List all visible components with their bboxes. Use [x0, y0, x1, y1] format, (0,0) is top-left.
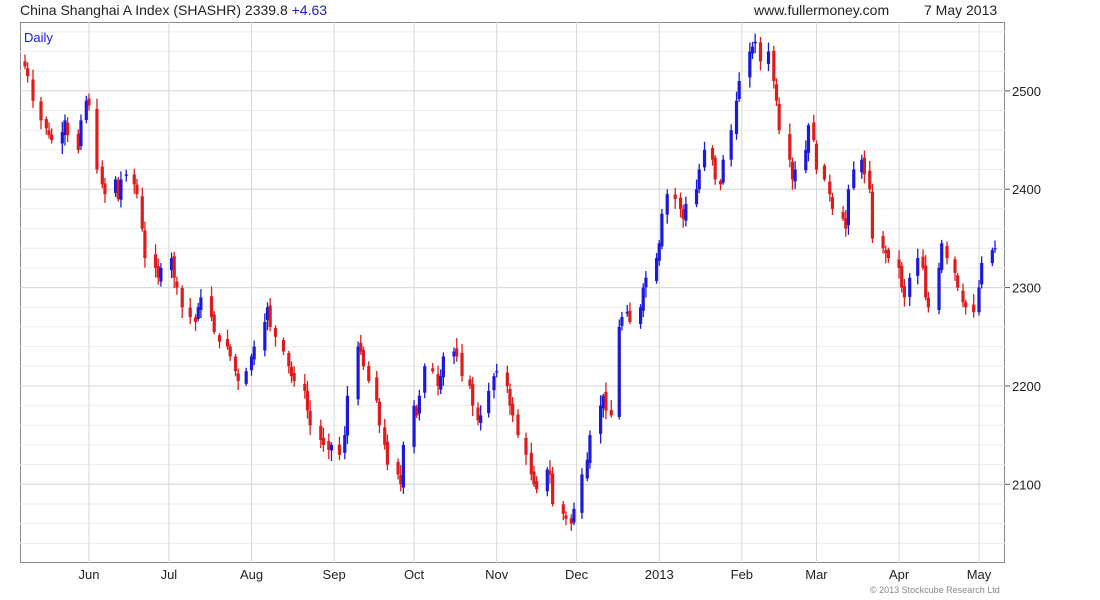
ohlc-bar — [737, 72, 741, 102]
ohlc-bar — [140, 187, 144, 232]
ohlc-bar — [516, 409, 520, 438]
y-tick-label: 2100 — [1012, 477, 1041, 492]
ohlc-bar — [729, 124, 733, 167]
ohlc-bar — [609, 399, 613, 418]
ohlc-bar — [665, 189, 669, 224]
ohlc-bar — [95, 98, 99, 174]
ohlc-bar — [180, 285, 184, 318]
ohlc-bar — [937, 262, 941, 315]
y-tick-label: 2500 — [1012, 84, 1041, 99]
ohlc-bar — [916, 248, 920, 285]
ohlc-bar — [329, 442, 334, 461]
ohlc-bar — [945, 241, 949, 265]
ohlc-bar — [972, 294, 976, 318]
ohlc-bar — [79, 114, 83, 151]
ohlc-bar — [119, 171, 123, 208]
ohlc-bar — [228, 344, 232, 361]
ohlc-bar — [431, 363, 435, 374]
x-tick-label: Dec — [565, 567, 589, 582]
ohlc-bar — [862, 150, 867, 184]
ohlc-bar — [417, 389, 421, 421]
ohlc-bar — [31, 69, 35, 108]
ohlc-bar — [268, 297, 272, 332]
ohlc-bar — [273, 325, 278, 347]
ohlc-bar — [868, 160, 872, 194]
x-tick-label: Aug — [240, 567, 263, 582]
ohlc-bar — [492, 372, 496, 399]
ohlc-bar — [673, 187, 677, 209]
ohlc-bar — [377, 397, 382, 434]
ohlc-bar — [487, 382, 491, 418]
ohlc-bar — [660, 208, 664, 250]
ohlc-bar — [628, 302, 632, 325]
ohlc-bar — [188, 297, 192, 325]
ohlc-bar — [870, 183, 875, 243]
ohlc-bar — [39, 96, 43, 130]
ohlc-bar — [244, 367, 248, 386]
ohlc-bar — [908, 273, 912, 307]
x-tick-label: Nov — [485, 567, 509, 582]
ohlc-bar — [697, 163, 701, 194]
ohlc-bar — [956, 272, 960, 291]
ohlc-bar — [990, 247, 994, 267]
ohlc-bar — [236, 368, 240, 390]
ohlc-bar — [345, 386, 350, 444]
ohlc-bar — [702, 141, 707, 172]
y-tick-label: 2200 — [1012, 379, 1041, 394]
ohlc-bar — [684, 196, 688, 227]
x-tick-label: Mar — [805, 567, 828, 582]
x-tick-label: Jun — [78, 567, 99, 582]
ohlc-bar — [375, 370, 379, 403]
ohlc-bar — [830, 192, 835, 216]
ohlc-bar — [772, 45, 776, 89]
ohlc-bar — [23, 54, 27, 70]
ohlc-bar — [505, 365, 509, 393]
ohlc-bar — [777, 97, 781, 135]
ohlc-bar — [812, 114, 816, 143]
x-tick-label: Apr — [889, 567, 910, 582]
x-tick-label: Feb — [731, 567, 753, 582]
ohlc-bar — [977, 280, 981, 316]
ohlc-bar — [940, 239, 944, 274]
ohlc-bar — [460, 343, 464, 382]
y-tick-label: 2400 — [1012, 182, 1041, 197]
ohlc-bar — [212, 311, 216, 335]
x-tick-label: Sep — [323, 567, 346, 582]
ohlc-bar — [367, 361, 371, 384]
ohlc-bar — [758, 36, 763, 71]
x-tick-label: Oct — [404, 567, 425, 582]
y-tick-label: 2300 — [1012, 281, 1041, 296]
ohlc-bar — [175, 276, 179, 295]
ohlc-bar — [337, 436, 342, 461]
ohlc-bar — [401, 441, 406, 494]
ohlc-chart: 2100 2200 2300 2400 2500 Jun Jul Aug Sep Oct Nov D… — [20, 22, 1041, 582]
ohlc-bar — [774, 78, 779, 107]
ohlc-bar — [713, 155, 717, 185]
ohlc-bar — [455, 338, 459, 362]
ohlc-bar — [721, 154, 725, 185]
ohlc-bar — [814, 140, 819, 175]
ohlc-bar — [233, 353, 238, 377]
ohlc-bar — [423, 363, 427, 399]
ohlc-bar — [766, 42, 771, 71]
x-tick-label: May — [967, 567, 992, 582]
ohlc-bar — [572, 502, 576, 526]
x-tick-label: Jul — [161, 567, 178, 582]
ohlc-bar — [604, 382, 608, 420]
x-tick-label: 2013 — [645, 567, 674, 582]
ohlc-bar — [886, 247, 891, 263]
ohlc-bar — [580, 468, 584, 519]
ohlc-bar — [852, 161, 856, 191]
ohlc-bar — [281, 337, 286, 356]
ohlc-bar — [217, 332, 222, 349]
ohlc-bar — [980, 256, 984, 289]
ohlc-bar — [124, 169, 128, 182]
ohlc-bar — [822, 163, 827, 182]
ohlc-bar — [617, 319, 621, 420]
ohlc-bar — [524, 432, 528, 465]
